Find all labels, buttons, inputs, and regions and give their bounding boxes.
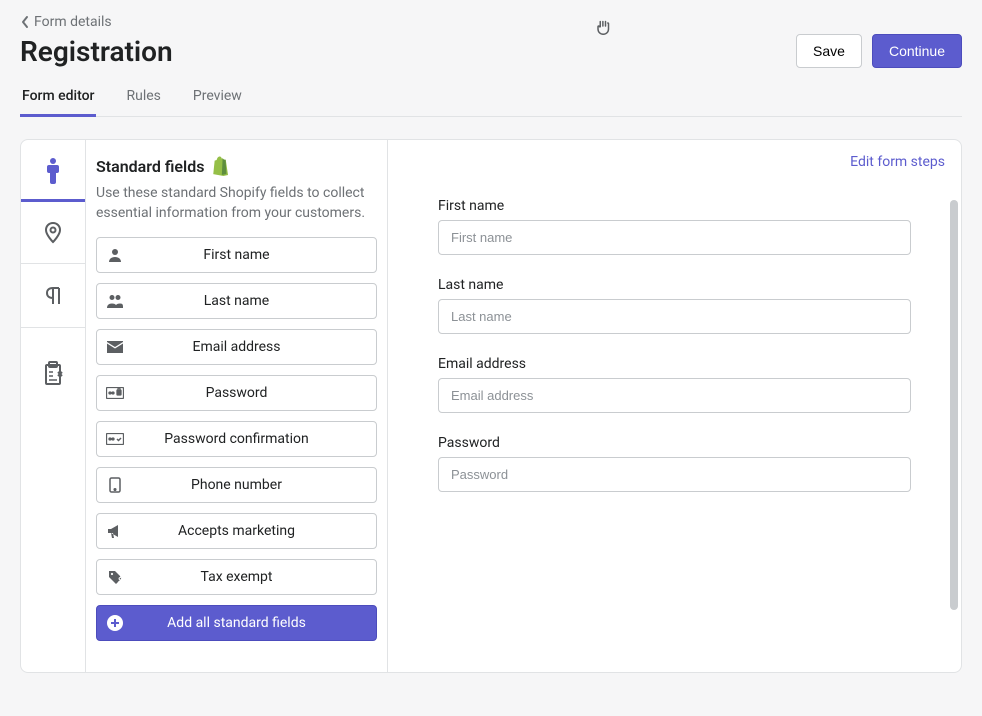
field-tax-exempt[interactable]: $ Tax exempt	[96, 559, 377, 595]
field-label: Last name	[133, 293, 376, 309]
breadcrumb-back[interactable]: Form details	[20, 14, 962, 30]
location-pin-icon	[41, 221, 65, 245]
field-first-name[interactable]: First name	[96, 237, 377, 273]
field-label: Password	[133, 385, 376, 401]
password-input[interactable]	[438, 457, 911, 492]
rail-clipboard[interactable]	[21, 328, 85, 420]
field-label: Phone number	[133, 477, 376, 493]
side-rail	[21, 140, 86, 672]
person-icon	[43, 158, 63, 184]
field-email[interactable]: Email address	[96, 329, 377, 365]
phone-icon	[97, 477, 133, 493]
tab-form-editor[interactable]: Form editor	[20, 78, 96, 116]
preview-scrollbar[interactable]	[950, 200, 958, 668]
first-name-input[interactable]	[438, 220, 911, 255]
rail-location[interactable]	[21, 202, 85, 264]
paragraph-icon	[41, 284, 65, 308]
clipboard-icon	[41, 361, 65, 387]
field-label: Tax exempt	[133, 569, 376, 585]
rail-paragraph[interactable]	[21, 264, 85, 328]
rail-person[interactable]	[21, 140, 85, 202]
breadcrumb-label: Form details	[34, 14, 112, 30]
password-check-icon	[97, 433, 133, 445]
last-name-input[interactable]	[438, 299, 911, 334]
form-preview: Edit form steps First name Last name Ema…	[388, 140, 961, 672]
field-label: Accepts marketing	[133, 523, 376, 539]
email-input[interactable]	[438, 378, 911, 413]
field-marketing[interactable]: Accepts marketing	[96, 513, 377, 549]
fields-panel-description: Use these standard Shopify fields to col…	[96, 184, 377, 223]
password-icon	[97, 387, 133, 399]
first-name-label: First name	[438, 198, 911, 214]
field-label: Password confirmation	[133, 431, 376, 447]
edit-form-steps-link[interactable]: Edit form steps	[850, 154, 945, 170]
field-label: First name	[133, 247, 376, 263]
fields-panel: Standard fields Use these standard Shopi…	[86, 140, 388, 672]
tabs: Form editor Rules Preview	[20, 78, 962, 117]
continue-button[interactable]: Continue	[872, 34, 962, 68]
page-title: Registration	[20, 35, 173, 68]
field-last-name[interactable]: Last name	[96, 283, 377, 319]
megaphone-icon	[97, 524, 133, 538]
email-label: Email address	[438, 356, 911, 372]
shopify-icon	[212, 156, 230, 176]
save-button[interactable]: Save	[796, 34, 862, 68]
field-password[interactable]: Password	[96, 375, 377, 411]
chevron-left-icon	[20, 15, 30, 29]
users-icon	[97, 294, 133, 308]
field-label: Email address	[133, 339, 376, 355]
tag-icon: $	[97, 570, 133, 585]
tab-preview[interactable]: Preview	[191, 78, 244, 116]
field-label: Add all standard fields	[133, 615, 376, 631]
password-label: Password	[438, 435, 911, 451]
fields-panel-title: Standard fields	[96, 157, 204, 176]
tab-rules[interactable]: Rules	[124, 78, 162, 116]
add-all-fields-button[interactable]: Add all standard fields	[96, 605, 377, 641]
field-password-confirm[interactable]: Password confirmation	[96, 421, 377, 457]
user-icon	[97, 248, 133, 262]
field-phone[interactable]: Phone number	[96, 467, 377, 503]
last-name-label: Last name	[438, 277, 911, 293]
plus-circle-icon	[97, 615, 133, 631]
svg-text:$: $	[118, 576, 123, 585]
envelope-icon	[97, 341, 133, 353]
